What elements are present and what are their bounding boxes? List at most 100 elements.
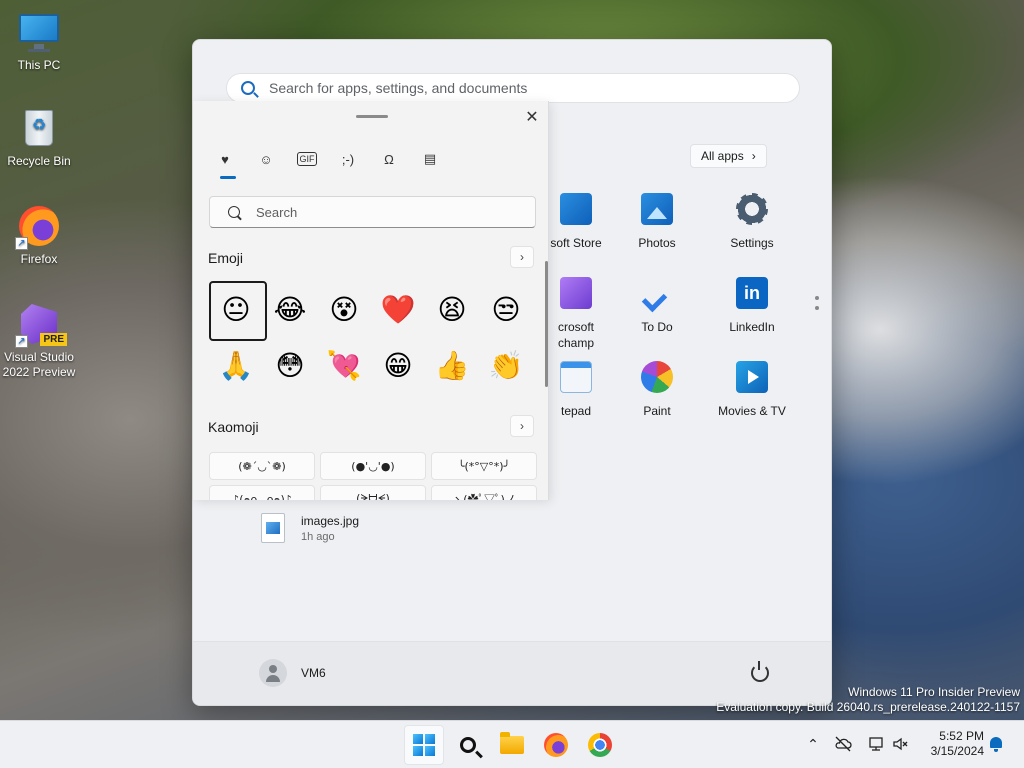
emoji-cell[interactable]: 😐 — [209, 281, 267, 341]
pinned-app-photos[interactable]: Photos — [609, 193, 705, 251]
pinned-app-todo[interactable]: To Do — [609, 277, 705, 335]
emoji-cell[interactable]: 😂 — [263, 281, 317, 337]
pinned-app-paint[interactable]: Paint — [609, 361, 705, 419]
user-avatar-icon[interactable] — [259, 659, 287, 687]
onedrive-icon[interactable] — [834, 735, 852, 753]
kaomoji-cell[interactable]: ヽ(✿ﾟ▽ﾟ)ノ — [431, 485, 537, 500]
emoji-cell[interactable]: 🙏 — [209, 337, 263, 393]
notepad-icon — [560, 361, 592, 393]
watermark-line1: Windows 11 Pro Insider Preview — [848, 685, 1020, 699]
clock-date: 3/15/2024 — [930, 744, 984, 758]
kaomoji-cell[interactable]: (●'◡'●) — [320, 452, 426, 480]
all-apps-button[interactable]: All apps › — [690, 144, 767, 168]
pinned-page-indicator[interactable] — [815, 296, 819, 316]
emoji-cell[interactable]: 😫 — [425, 281, 479, 337]
emoji-cell[interactable]: 👏 — [479, 337, 533, 393]
desktop-icon-this-pc[interactable]: This PC — [1, 10, 77, 73]
desktop-icon-label: Recycle Bin — [7, 154, 71, 168]
emoji-section-more-button[interactable]: › — [510, 246, 534, 268]
emoji-cell[interactable]: 👍 — [425, 337, 479, 393]
chrome-button[interactable] — [580, 725, 620, 765]
kaomoji-cell[interactable]: ♪(๑ᴖ◡ᴖ๑)♪ — [209, 485, 315, 500]
emoji-panel: ✕ ♥ ☺ GIF ;-) Ω ▤ Search Emoji › 😐 😂 😵 ❤… — [193, 101, 549, 500]
pinned-app-label: Settings — [730, 236, 774, 250]
emoji-cell[interactable]: 😁 — [371, 337, 425, 393]
kaomoji-row-partial: ♪(๑ᴖ◡ᴖ๑)♪ (ᗒᗨᗕ) ヽ(✿ﾟ▽ﾟ)ノ — [209, 485, 537, 500]
chrome-icon — [588, 733, 612, 757]
emoji-cell[interactable]: 😒 — [479, 281, 533, 337]
start-search-box[interactable]: Search for apps, settings, and documents — [226, 73, 800, 103]
user-name[interactable]: VM6 — [301, 666, 326, 680]
desktop-icon-label-line2: 2022 Preview — [2, 365, 76, 379]
evaluation-watermark: Windows 11 Pro Insider Preview Evaluatio… — [716, 685, 1020, 715]
power-icon[interactable] — [751, 661, 769, 682]
tab-favorites-icon[interactable]: ♥ — [215, 149, 235, 169]
pinned-app-linkedin[interactable]: in LinkedIn — [704, 277, 800, 335]
tab-clipboard-icon[interactable]: ▤ — [420, 149, 440, 169]
microsoft-store-icon — [560, 193, 592, 225]
desktop-icon-recycle-bin[interactable]: ♻ Recycle Bin — [1, 106, 77, 169]
emoji-cell[interactable]: 😵 — [317, 281, 371, 337]
pinned-app-label: Movies & TV — [718, 404, 786, 418]
clipchamp-icon — [560, 277, 592, 309]
firefox-icon — [544, 733, 568, 757]
network-icon[interactable] — [868, 735, 886, 753]
tab-kaomoji-icon[interactable]: ;-) — [338, 149, 358, 169]
tab-gif-icon[interactable]: GIF — [297, 152, 317, 166]
emoji-cell[interactable]: ❤️ — [371, 281, 425, 337]
emoji-grid: 😐 😂 😵 ❤️ 😫 😒 🙏 😳 💘 😁 👍 👏 — [209, 281, 539, 393]
desktop-icon-label-line1: Visual Studio — [4, 350, 74, 364]
emoji-cell[interactable]: 😳 — [263, 337, 317, 393]
emoji-panel-tabs: ♥ ☺ GIF ;-) Ω ▤ — [215, 149, 440, 169]
emoji-search-placeholder: Search — [256, 204, 298, 220]
pinned-app-movies-tv[interactable]: Movies & TV — [704, 361, 800, 419]
search-button[interactable] — [448, 725, 488, 765]
todo-icon — [641, 277, 673, 309]
pinned-app-label: Paint — [643, 404, 671, 418]
linkedin-icon: in — [736, 277, 768, 309]
pinned-app-label: LinkedIn — [729, 320, 775, 334]
desktop-icon-visual-studio[interactable]: PRE ↗ Visual Studio 2022 Preview — [1, 302, 77, 380]
pinned-app-settings[interactable]: Settings — [704, 193, 800, 251]
start-button[interactable] — [404, 725, 444, 765]
windows-logo-icon — [413, 734, 435, 756]
tray-overflow-chevron-icon[interactable]: ⌃ — [804, 735, 822, 753]
kaomoji-row: (❁´◡`❁) (●'◡'●) ╰(*°▽°*)╯ — [209, 452, 537, 480]
image-file-icon — [261, 513, 285, 543]
kaomoji-cell[interactable]: (ᗒᗨᗕ) — [320, 485, 426, 500]
search-icon — [241, 81, 255, 95]
kaomoji-section-title: Kaomoji — [208, 419, 259, 435]
volume-muted-icon[interactable] — [892, 735, 910, 753]
folder-icon — [500, 732, 524, 754]
emoji-section-title: Emoji — [208, 250, 244, 266]
recommended-item-time: 1h ago — [301, 531, 335, 543]
firefox-button[interactable] — [536, 725, 576, 765]
tab-active-indicator — [220, 176, 236, 179]
notification-bell-icon[interactable] — [988, 735, 1004, 753]
kaomoji-cell[interactable]: ╰(*°▽°*)╯ — [431, 452, 537, 480]
kaomoji-section-more-button[interactable]: › — [510, 415, 534, 437]
paint-icon — [641, 361, 673, 393]
emoji-panel-scrollbar[interactable] — [545, 261, 548, 387]
desktop-icon-label: Firefox — [20, 252, 58, 266]
firefox-icon: ↗ — [15, 204, 61, 250]
panel-drag-handle[interactable] — [356, 115, 388, 118]
file-explorer-button[interactable] — [492, 725, 532, 765]
pinned-app-label: Photos — [638, 236, 676, 250]
preview-badge: PRE — [40, 333, 67, 346]
emoji-search-input[interactable]: Search — [209, 196, 536, 228]
shortcut-arrow-icon: ↗ — [15, 335, 28, 348]
pinned-app-label: To Do — [641, 320, 673, 334]
taskbar-clock[interactable]: 5:52 PM 3/15/2024 — [920, 729, 984, 759]
recommended-item[interactable]: images.jpg 1h ago — [261, 513, 359, 545]
desktop-icon-firefox[interactable]: ↗ Firefox — [1, 204, 77, 267]
tab-symbols-icon[interactable]: Ω — [379, 149, 399, 169]
visual-studio-icon: PRE ↗ — [15, 302, 67, 348]
search-icon — [228, 206, 240, 218]
close-icon[interactable]: ✕ — [524, 107, 540, 127]
kaomoji-cell[interactable]: (❁´◡`❁) — [209, 452, 315, 480]
recommended-item-name: images.jpg — [301, 514, 360, 528]
shortcut-arrow-icon: ↗ — [15, 237, 28, 250]
emoji-cell[interactable]: 💘 — [317, 337, 371, 393]
tab-emoji-icon[interactable]: ☺ — [256, 149, 276, 169]
